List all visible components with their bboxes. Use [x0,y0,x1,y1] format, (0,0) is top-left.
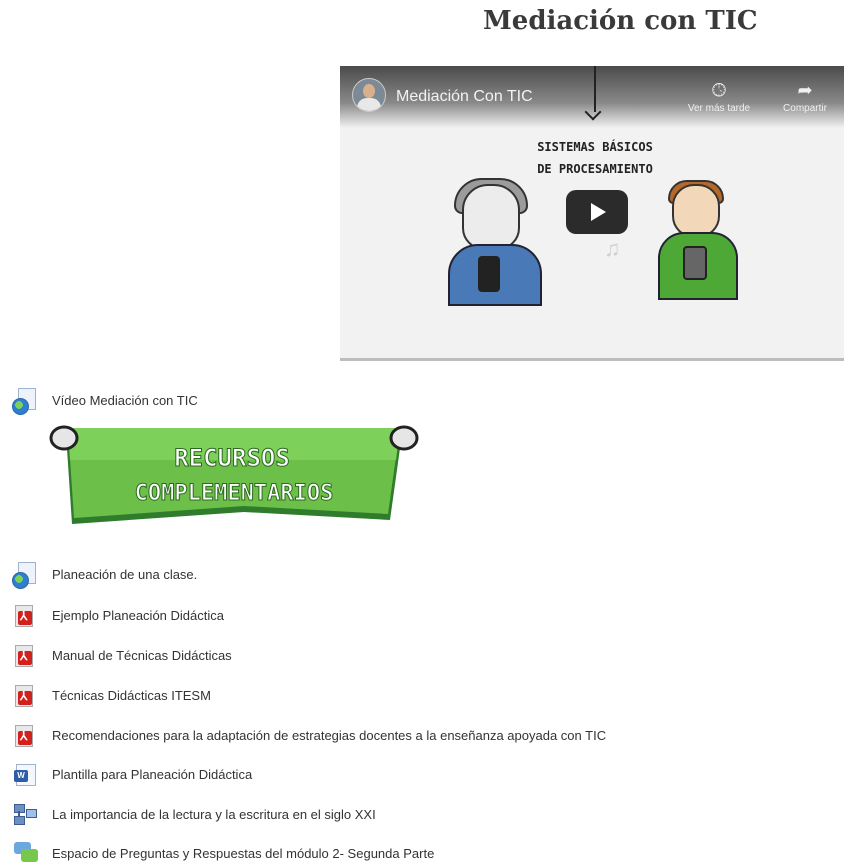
resource-link[interactable]: Técnicas Didácticas ITESM [52,687,211,705]
play-button[interactable] [566,190,628,234]
resource-link[interactable]: Recomendaciones para la adaptación de es… [52,727,606,745]
share-arrow-icon: ➦ [797,80,813,100]
resource-link[interactable]: Ejemplo Planeación Didáctica [52,607,224,625]
word-document-icon: W [12,762,38,788]
url-globe-icon [12,562,38,589]
banner-line1: RECURSOS [174,444,290,472]
book-structure-icon [12,802,38,828]
pdf-icon [12,723,38,749]
watch-later-button[interactable]: 🕓︎ Ver más tarde [684,80,754,114]
forum-icon [12,841,38,867]
resource-link[interactable]: Manual de Técnicas Didácticas [52,647,232,665]
resource-link[interactable]: Vídeo Mediación con TIC [52,392,198,410]
pdf-icon [12,683,38,709]
scroll-curl-right [389,425,419,451]
page-title: Mediación con TIC [483,6,758,36]
share-label: Compartir [783,103,827,114]
pdf-icon [12,643,38,669]
resource-link[interactable]: Espacio de Preguntas y Respuestas del mó… [52,845,434,863]
boy-head [672,184,720,238]
music-note-icon: ♫ [604,236,621,261]
resource-link[interactable]: La importancia de la lectura y la escrit… [52,806,376,824]
slide-text-line1: SISTEMAS BÁSICOS [537,140,653,154]
scroll-curl-left [49,425,79,451]
recursos-complementarios-banner: RECURSOS COMPLEMENTARIOS [49,425,419,524]
old-man-head [462,184,520,250]
watch-later-label: Ver más tarde [687,103,751,114]
slide-text-line2: DE PROCESAMIENTO [537,162,653,176]
clock-icon: 🕓︎ [711,80,727,100]
embedded-video-player[interactable]: Mediación Con TIC 🕓︎ Ver más tarde ➦ Com… [340,66,844,361]
phone-illustration [478,256,500,292]
url-globe-icon [12,388,38,415]
phone-illustration [683,246,707,280]
banner-line2: COMPLEMENTARIOS [135,481,334,506]
channel-avatar[interactable] [352,78,386,112]
share-button[interactable]: ➦ Compartir [770,80,840,114]
pdf-icon [12,603,38,629]
resource-link[interactable]: Plantilla para Planeación Didáctica [52,766,252,784]
slide-text: SISTEMAS BÁSICOS DE PROCESAMIENTO [530,136,660,180]
resource-link[interactable]: Planeación de una clase. [52,566,197,584]
video-title[interactable]: Mediación Con TIC [396,88,533,106]
